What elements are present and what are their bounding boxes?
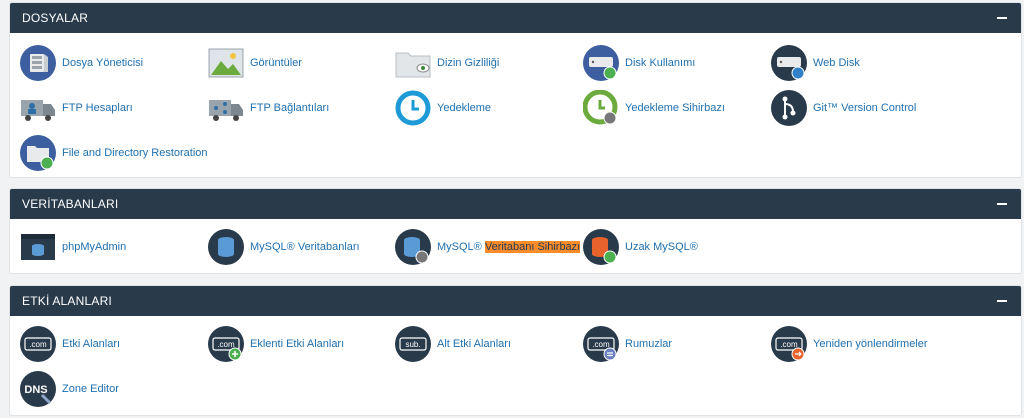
remote-mysql-label: Uzak MySQL® xyxy=(625,241,698,253)
git-icon xyxy=(771,90,807,126)
disk-usage-icon xyxy=(583,45,619,81)
redirects-label: Yeniden yönlendirmeler xyxy=(813,338,928,350)
search-highlight: Veritabanı Sihirbazı xyxy=(484,241,581,253)
web-disk-label: Web Disk xyxy=(813,57,860,69)
backup-wizard-label: Yedekleme Sihirbazı xyxy=(625,102,725,114)
remote-mysql-icon xyxy=(583,229,619,265)
mysql-databases-link[interactable]: MySQL® Veritabanları xyxy=(208,228,360,266)
collapse-icon[interactable] xyxy=(997,300,1007,302)
mysql-databases-label: MySQL® Veritabanları xyxy=(250,241,360,253)
phpmyadmin-label: phpMyAdmin xyxy=(62,241,127,253)
subdomains-badge: sub. xyxy=(405,340,420,349)
disk-usage-label: Disk Kullanımı xyxy=(625,57,696,69)
phpmyadmin-icon xyxy=(21,234,55,260)
backup-link[interactable]: Yedekleme xyxy=(395,89,491,127)
redirects-badge: .com xyxy=(780,340,798,349)
addon-domains-link[interactable]: .com Eklenti Etki Alanları xyxy=(208,325,344,363)
file-manager-icon xyxy=(20,45,56,81)
directory-privacy-link[interactable]: Dizin Gizliliği xyxy=(395,44,499,82)
mysql-wizard-link[interactable]: MySQL® Veritabanı Sihirbazı xyxy=(395,228,581,266)
databases-panel: VERİTABANLARI phpMyAdmin MySQL® Veritaba… xyxy=(9,188,1022,274)
git-link[interactable]: Git™ Version Control xyxy=(771,89,916,127)
backup-wizard-icon xyxy=(583,90,618,125)
aliases-badge: .com xyxy=(592,340,610,349)
domains-panel-title: ETKİ ALANLARI xyxy=(22,294,112,308)
mysql-wizard-label: MySQL® Veritabanı Sihirbazı xyxy=(437,241,581,253)
collapse-icon[interactable] xyxy=(997,17,1007,19)
file-restore-label: File and Directory Restoration xyxy=(62,147,208,159)
domains-panel: ETKİ ALANLARI .com Etki Alanları .com Ek… xyxy=(9,285,1022,416)
collapse-icon[interactable] xyxy=(997,203,1007,205)
ftp-accounts-link[interactable]: FTP Hesapları xyxy=(20,89,133,127)
domains-link[interactable]: .com Etki Alanları xyxy=(20,325,120,363)
addon-domains-label: Eklenti Etki Alanları xyxy=(250,338,345,350)
subdomains-link[interactable]: sub. Alt Etki Alanları xyxy=(395,325,511,363)
disk-usage-link[interactable]: Disk Kullanımı xyxy=(583,44,695,82)
domains-badge: .com xyxy=(29,340,47,349)
backup-wizard-link[interactable]: Yedekleme Sihirbazı xyxy=(583,89,725,127)
directory-privacy-label: Dizin Gizliliği xyxy=(437,57,500,69)
git-label: Git™ Version Control xyxy=(813,102,917,114)
domains-icon: .com xyxy=(20,326,56,362)
mysql-databases-icon xyxy=(208,229,244,265)
aliases-link[interactable]: .com Rumuzlar xyxy=(583,325,672,363)
aliases-icon: .com xyxy=(583,326,619,362)
subdomains-label: Alt Etki Alanları xyxy=(437,338,511,350)
addon-domains-icon: .com xyxy=(208,326,244,362)
ftp-accounts-label: FTP Hesapları xyxy=(62,102,133,114)
file-manager-link[interactable]: Dosya Yöneticisi xyxy=(20,44,143,82)
images-label: Görüntüler xyxy=(250,57,302,69)
mysql-wizard-icon xyxy=(395,229,431,265)
ftp-connections-link[interactable]: FTP Bağlantıları xyxy=(208,89,329,127)
zone-editor-link[interactable]: DNS Zone Editor xyxy=(20,370,119,408)
file-manager-label: Dosya Yöneticisi xyxy=(62,57,144,69)
images-icon xyxy=(208,48,244,78)
zone-editor-badge: DNS xyxy=(24,384,47,396)
files-panel: DOSYALAR Dosya Yöneticisi Görüntüler Diz… xyxy=(9,2,1022,178)
files-panel-header[interactable]: DOSYALAR xyxy=(10,3,1021,33)
redirects-link[interactable]: .com Yeniden yönlendirmeler xyxy=(771,325,928,363)
domains-panel-header[interactable]: ETKİ ALANLARI xyxy=(10,286,1021,316)
ftp-connections-icon xyxy=(209,100,243,121)
remote-mysql-link[interactable]: Uzak MySQL® xyxy=(583,228,698,266)
subdomains-icon: sub. xyxy=(395,326,431,362)
databases-panel-header[interactable]: VERİTABANLARI xyxy=(10,189,1021,219)
zone-editor-icon: DNS xyxy=(20,371,56,407)
zone-editor-label: Zone Editor xyxy=(62,383,119,395)
directory-privacy-icon xyxy=(395,52,431,78)
backup-icon xyxy=(395,90,431,126)
web-disk-link[interactable]: Web Disk xyxy=(771,44,860,82)
redirects-icon: .com xyxy=(771,326,807,362)
domains-label: Etki Alanları xyxy=(62,338,121,350)
ftp-accounts-icon xyxy=(21,100,55,121)
files-panel-title: DOSYALAR xyxy=(22,11,89,25)
aliases-label: Rumuzlar xyxy=(625,338,673,350)
backup-label: Yedekleme xyxy=(437,102,492,114)
images-link[interactable]: Görüntüler xyxy=(208,44,302,82)
mysql-wizard-label-prefix: MySQL® xyxy=(437,241,485,253)
addon-domains-badge: .com xyxy=(217,340,235,349)
web-disk-icon xyxy=(771,45,807,81)
phpmyadmin-link[interactable]: phpMyAdmin xyxy=(20,228,126,266)
file-restore-link[interactable]: File and Directory Restoration xyxy=(20,134,208,172)
databases-panel-title: VERİTABANLARI xyxy=(22,197,119,211)
ftp-connections-label: FTP Bağlantıları xyxy=(250,102,330,114)
file-restore-icon xyxy=(20,135,56,171)
